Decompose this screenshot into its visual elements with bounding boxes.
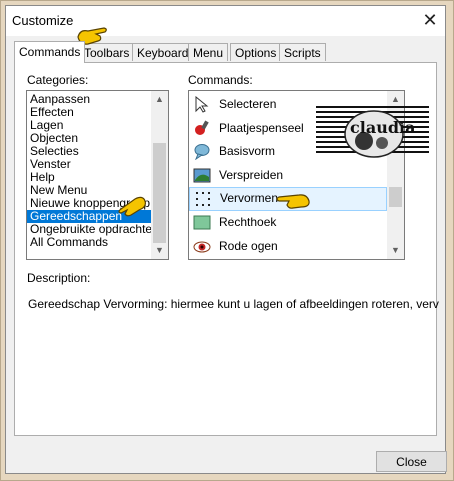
close-icon[interactable]: ✕ — [415, 6, 445, 36]
command-item[interactable]: Verspreiden — [189, 164, 387, 188]
picture-tube-icon — [195, 120, 209, 135]
command-item[interactable]: Rechthoek — [189, 211, 387, 235]
tab-label: Toolbars — [84, 46, 130, 60]
list-item[interactable]: All Commands — [27, 236, 168, 249]
command-label: Selecteren — [219, 97, 277, 111]
watermark-text: claudia — [350, 118, 416, 137]
categories-scrollbar[interactable]: ▲ ▼ — [151, 91, 168, 259]
command-label: Rechthoek — [219, 214, 277, 229]
rectangle-icon — [193, 215, 211, 230]
tab-label: Scripts — [284, 46, 321, 60]
tab-menu[interactable]: Menu — [188, 43, 229, 61]
arrow-pointer-icon — [195, 96, 209, 113]
categories-listbox[interactable]: Aanpassen Effecten Lagen Objecten Select… — [26, 90, 169, 260]
command-label: Basisvorm — [219, 144, 276, 159]
watermark-stamp: claudia — [316, 104, 429, 160]
tab-label: Options — [235, 46, 277, 60]
tab-commands[interactable]: Commands — [14, 41, 86, 63]
speech-bubble-icon — [194, 144, 210, 161]
description-label: Description: — [27, 271, 91, 285]
scrollbar-thumb[interactable] — [153, 143, 166, 243]
command-label: Rode ogen — [219, 238, 278, 253]
scroll-up-icon[interactable]: ▲ — [151, 91, 168, 108]
categories-label: Categories: — [27, 73, 89, 87]
tab-scripts[interactable]: Scripts — [279, 43, 326, 61]
warp-brush-icon — [193, 168, 211, 183]
command-label: Vervormen — [220, 191, 279, 206]
pointing-hand-icon — [276, 194, 310, 209]
pick-tool-icon — [196, 192, 210, 207]
command-label: Verspreiden — [219, 167, 284, 182]
commands-label: Commands: — [188, 73, 253, 87]
scroll-down-icon[interactable]: ▼ — [151, 242, 168, 259]
tab-options[interactable]: Options — [230, 43, 282, 61]
scrollbar-thumb[interactable] — [389, 187, 402, 207]
tab-keyboard[interactable]: Keyboard — [132, 43, 194, 61]
description-text: Gereedschap Vervorming: hiermee kunt u l… — [28, 297, 439, 311]
tab-label: Menu — [193, 46, 224, 60]
dialog-title: Customize — [12, 13, 74, 28]
tab-label: Keyboard — [137, 46, 189, 60]
command-label: Plaatjespenseel — [219, 120, 304, 135]
title-bar: Customize ✕ — [6, 6, 445, 36]
scroll-down-icon[interactable]: ▼ — [387, 242, 404, 259]
pointing-hand-icon — [118, 196, 146, 217]
tab-label: Commands — [19, 45, 81, 59]
command-item[interactable]: Rode ogen — [189, 235, 387, 259]
customize-dialog: Customize ✕ Commands Toolbars Keyboard M… — [5, 5, 447, 474]
red-eye-icon — [193, 241, 211, 253]
close-button[interactable]: Close — [376, 451, 447, 472]
